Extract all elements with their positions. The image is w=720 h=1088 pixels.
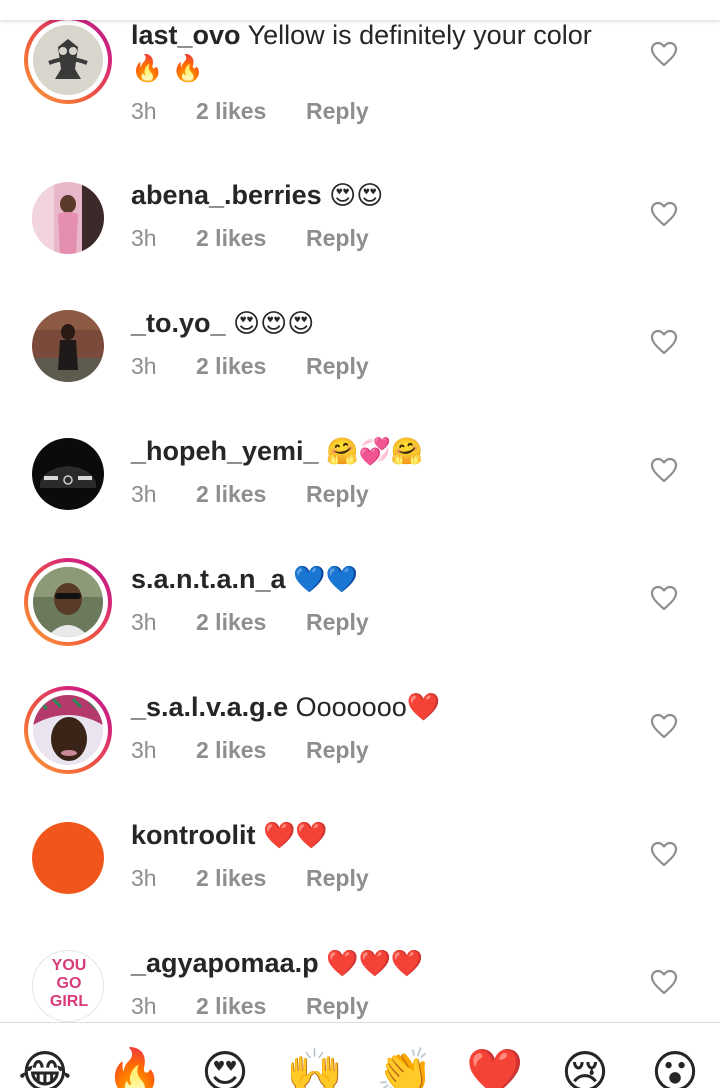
comment-likes[interactable]: 2 likes: [196, 96, 266, 126]
quick-reaction-bar: 😂 🔥 😍 🙌 👏 ❤️ 😢 😮: [0, 1022, 720, 1088]
avatar[interactable]: [33, 695, 103, 765]
comment-likes[interactable]: 2 likes: [196, 607, 266, 637]
avatar[interactable]: YOU GO GIRL: [32, 950, 104, 1022]
avatar-wrap: YOU GO GIRL: [24, 942, 112, 1022]
reaction-fire-emoji-button[interactable]: 🔥: [106, 1043, 164, 1088]
avatar-wrap: [24, 174, 112, 262]
avatar-wrap: [24, 302, 112, 390]
reply-button[interactable]: Reply: [306, 991, 369, 1021]
reaction-surprised-emoji-button[interactable]: 😮: [646, 1043, 704, 1088]
comment-time: 3h: [131, 865, 157, 891]
comment-username[interactable]: s.a.n.t.a.n_a: [131, 564, 286, 594]
comment-body: 😍😍😍: [233, 309, 315, 339]
header-shadow: [0, 0, 720, 20]
comment-text: abena_.berries 😍😍: [131, 178, 631, 213]
like-heart-icon[interactable]: [650, 585, 678, 611]
reply-button[interactable]: Reply: [306, 735, 369, 765]
like-heart-icon[interactable]: [650, 841, 678, 867]
avatar[interactable]: [32, 822, 104, 894]
comment-item: _hopeh_yemi_ 🤗💞🤗 3h 2 likes Reply: [0, 430, 720, 540]
reply-button[interactable]: Reply: [306, 479, 369, 509]
comment-item: s.a.n.t.a.n_a 💙💙 3h 2 likes Reply: [0, 558, 720, 668]
reaction-red-heart-emoji-button[interactable]: ❤️: [466, 1043, 524, 1088]
avatar[interactable]: [33, 567, 103, 637]
comment-likes[interactable]: 2 likes: [196, 479, 266, 509]
like-heart-icon[interactable]: [650, 329, 678, 355]
comment-text: kontroolit ❤️❤️: [131, 818, 631, 853]
like-heart-icon[interactable]: [650, 201, 678, 227]
comment-username[interactable]: last_ovo: [131, 20, 241, 50]
reaction-heart-eyes-emoji-button[interactable]: 😍: [196, 1043, 254, 1088]
comment-item: kontroolit ❤️❤️ 3h 2 likes Reply: [0, 814, 720, 924]
comment-time: 3h: [131, 98, 157, 124]
like-heart-icon[interactable]: [650, 457, 678, 483]
comment-time: 3h: [131, 737, 157, 763]
like-heart-icon[interactable]: [650, 41, 678, 67]
reaction-crying-emoji-button[interactable]: 😢: [556, 1043, 614, 1088]
avatar-story-ring[interactable]: [24, 558, 112, 646]
comment-item: abena_.berries 😍😍 3h 2 likes Reply: [0, 174, 720, 284]
reply-button[interactable]: Reply: [306, 223, 369, 253]
reaction-joy-emoji-button[interactable]: 😂: [16, 1043, 74, 1088]
comment-body: 😍😍: [329, 181, 384, 211]
comment-text: _agyapomaa.p ❤️❤️❤️: [131, 946, 631, 981]
comment-username[interactable]: _to.yo_: [131, 308, 226, 338]
like-heart-icon[interactable]: [650, 713, 678, 739]
comment-text: _hopeh_yemi_ 🤗💞🤗: [131, 434, 631, 469]
reply-button[interactable]: Reply: [306, 863, 369, 893]
comment-body: Ooooooo❤️: [295, 692, 441, 722]
avatar[interactable]: [33, 25, 103, 95]
reply-button[interactable]: Reply: [306, 96, 369, 126]
comment-time: 3h: [131, 993, 157, 1019]
comment-text: _to.yo_ 😍😍😍: [131, 306, 631, 341]
comment-body: 💙💙: [293, 565, 358, 595]
comment-item: YOU GO GIRL _agyapomaa.p ❤️❤️❤️ 3h 2 lik…: [0, 942, 720, 1022]
comment-body: Yellow is definitely your color: [247, 20, 592, 50]
comment-likes[interactable]: 2 likes: [196, 223, 266, 253]
comment-text: s.a.n.t.a.n_a 💙💙: [131, 562, 631, 597]
owl-icon: [33, 25, 103, 95]
comment-body: 🤗💞🤗: [326, 437, 424, 467]
avatar-story-ring[interactable]: [24, 16, 112, 104]
comments-list: last_ovo Yellow is definitely your color…: [0, 0, 720, 1022]
comment-likes[interactable]: 2 likes: [196, 735, 266, 765]
avatar[interactable]: [32, 310, 104, 382]
comment-username[interactable]: _s.a.l.v.a.g.e: [131, 692, 288, 722]
reply-button[interactable]: Reply: [306, 351, 369, 381]
reply-button[interactable]: Reply: [306, 607, 369, 637]
comment-text: last_ovo Yellow is definitely your color: [131, 18, 631, 52]
avatar-text: YOU GO GIRL: [49, 957, 89, 1010]
reaction-clap-emoji-button[interactable]: 👏: [376, 1043, 434, 1088]
comment-time: 3h: [131, 353, 157, 379]
avatar[interactable]: [32, 438, 104, 510]
comment-likes[interactable]: 2 likes: [196, 351, 266, 381]
comment-username[interactable]: abena_.berries: [131, 180, 322, 210]
comment-body: ❤️❤️❤️: [326, 949, 424, 979]
like-heart-icon[interactable]: [650, 969, 678, 995]
comment-item: _s.a.l.v.a.g.e Ooooooo❤️ 3h 2 likes Repl…: [0, 686, 720, 796]
comment-likes[interactable]: 2 likes: [196, 863, 266, 893]
comment-body: ❤️❤️: [263, 821, 328, 851]
comment-username[interactable]: _hopeh_yemi_: [131, 436, 319, 466]
comment-item: last_ovo Yellow is definitely your color…: [0, 12, 720, 124]
comment-time: 3h: [131, 225, 157, 251]
avatar[interactable]: [32, 182, 104, 254]
reaction-raised-hands-emoji-button[interactable]: 🙌: [286, 1043, 344, 1088]
avatar-wrap: [24, 814, 112, 902]
comment-body-line2: 🔥 🔥: [131, 54, 205, 84]
comment-text: _s.a.l.v.a.g.e Ooooooo❤️: [131, 690, 631, 724]
comment-username[interactable]: kontroolit: [131, 820, 255, 850]
comment-time: 3h: [131, 609, 157, 635]
comment-likes[interactable]: 2 likes: [196, 991, 266, 1021]
avatar-wrap: [24, 430, 112, 518]
comment-item: _to.yo_ 😍😍😍 3h 2 likes Reply: [0, 302, 720, 412]
comment-time: 3h: [131, 481, 157, 507]
comment-username[interactable]: _agyapomaa.p: [131, 948, 319, 978]
avatar-story-ring[interactable]: [24, 686, 112, 774]
